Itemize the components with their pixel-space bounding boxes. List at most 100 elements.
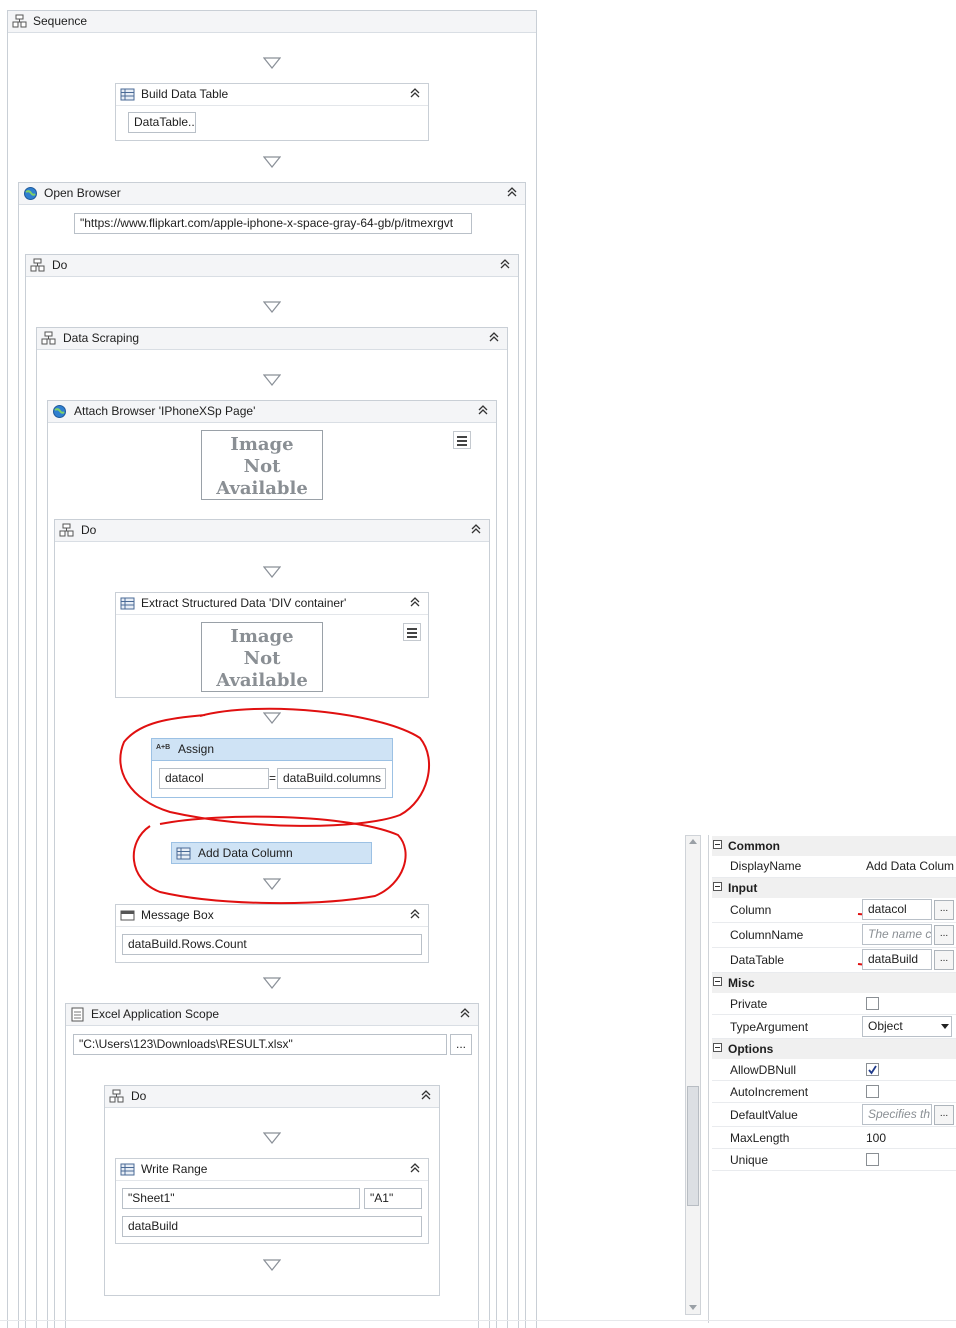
property-value[interactable]: Add Data Colum (866, 859, 954, 873)
property-typeargument[interactable]: TypeArgument Object (712, 1015, 956, 1039)
menu-icon[interactable] (453, 431, 471, 449)
category-input[interactable]: Input (712, 878, 956, 898)
drop-arrow-icon[interactable] (263, 301, 281, 313)
collapse-icon[interactable] (505, 185, 519, 199)
url-field[interactable]: "https://www.flipkart.com/apple-iphone-x… (74, 213, 472, 234)
scroll-down-icon[interactable] (689, 1305, 697, 1310)
ellipsis-button[interactable]: ... (934, 900, 954, 920)
workbook-path-field[interactable]: "C:\Users\123\Downloads\RESULT.xlsx" (73, 1034, 447, 1055)
drop-arrow-icon[interactable] (263, 156, 281, 168)
image-na-line: Image (230, 434, 294, 455)
build-data-table-title: Build Data Table (141, 87, 229, 101)
category-common[interactable]: Common (712, 836, 956, 856)
drop-arrow-icon[interactable] (263, 878, 281, 890)
drop-arrow-icon[interactable] (263, 57, 281, 69)
extract-structured-data-activity[interactable]: Extract Structured Data 'DIV container' … (115, 592, 429, 698)
property-maxlength[interactable]: MaxLength 100 (712, 1127, 956, 1149)
build-data-table-header: Build Data Table (116, 84, 428, 106)
collapse-icon[interactable] (408, 907, 422, 921)
message-icon (120, 910, 135, 921)
table-icon (120, 1162, 135, 1177)
ellipsis-button[interactable]: ... (934, 950, 954, 970)
ellipsis-button[interactable]: ... (934, 1105, 954, 1125)
image-na-line: Not (243, 648, 281, 669)
property-allowdbnull[interactable]: AllowDBNull (712, 1059, 956, 1081)
private-checkbox[interactable] (866, 997, 879, 1010)
globe-icon (23, 186, 38, 201)
write-range-activity[interactable]: Write Range "Sheet1" "A1" dataBuild (115, 1158, 429, 1244)
property-columnname[interactable]: ColumnName The name c ... (712, 923, 956, 948)
property-displayname[interactable]: DisplayName Add Data Colum (712, 856, 956, 878)
collapse-icon[interactable] (408, 595, 422, 609)
property-defaultvalue[interactable]: DefaultValue Specifies th ... (712, 1103, 956, 1127)
start-cell-field[interactable]: "A1" (364, 1188, 422, 1209)
properties-scrollbar[interactable] (685, 835, 701, 1315)
build-data-table-activity[interactable]: Build Data Table DataTable... (115, 83, 429, 141)
max-length-value[interactable]: 100 (866, 1131, 886, 1145)
property-private[interactable]: Private (712, 993, 956, 1015)
drop-arrow-icon[interactable] (263, 977, 281, 989)
ellipsis-button[interactable]: ... (934, 925, 954, 945)
drop-arrow-icon[interactable] (263, 566, 281, 578)
do-title: Do (81, 523, 97, 537)
default-value-field[interactable]: Specifies th (862, 1104, 932, 1125)
add-data-column-activity[interactable]: Add Data Column (171, 842, 372, 864)
drop-arrow-icon[interactable] (263, 374, 281, 386)
category-misc[interactable]: Misc (712, 973, 956, 993)
assign-value-field[interactable]: dataBuild.columns (277, 768, 386, 789)
datatable-field[interactable]: dataBuild (862, 949, 932, 970)
browse-button[interactable]: ... (450, 1034, 472, 1055)
collapse-minus-icon[interactable] (713, 1043, 722, 1052)
type-argument-select[interactable]: Object (862, 1016, 952, 1037)
datatable-button[interactable]: DataTable... (128, 112, 196, 133)
assign-activity[interactable]: A+B Assign datacol = dataBuild.columns (151, 738, 393, 798)
scroll-thumb[interactable] (687, 1086, 699, 1206)
category-label: Common (728, 839, 780, 853)
column-field[interactable]: datacol (862, 899, 932, 920)
collapse-icon[interactable] (476, 403, 490, 417)
extract-title: Extract Structured Data 'DIV container' (141, 596, 347, 610)
property-column[interactable]: Column datacol ... (712, 898, 956, 923)
do-header: Do (26, 255, 518, 277)
image-not-available: Image Not Available (201, 430, 323, 500)
datatable-field[interactable]: dataBuild (122, 1216, 422, 1237)
collapse-icon[interactable] (419, 1088, 433, 1102)
collapse-minus-icon[interactable] (713, 840, 722, 849)
collapse-icon[interactable] (458, 1006, 472, 1020)
category-options[interactable]: Options (712, 1039, 956, 1059)
image-not-available: Image Not Available (201, 622, 323, 692)
collapse-icon[interactable] (469, 522, 483, 536)
property-datatable[interactable]: DataTable dataBuild ... (712, 948, 956, 973)
menu-icon[interactable] (403, 623, 421, 641)
chevron-down-icon[interactable] (941, 1024, 949, 1029)
column-name-field[interactable]: The name c (862, 924, 932, 945)
property-label: Column (730, 903, 772, 917)
collapse-minus-icon[interactable] (713, 977, 722, 986)
assign-to-field[interactable]: datacol (159, 768, 269, 789)
collapse-icon[interactable] (408, 86, 422, 100)
message-text-field[interactable]: dataBuild.Rows.Count (122, 934, 422, 955)
scroll-up-icon[interactable] (689, 839, 697, 844)
property-label: AutoIncrement (730, 1085, 809, 1099)
drop-arrow-icon[interactable] (263, 1259, 281, 1271)
attach-browser-title: Attach Browser 'IPhoneXSp Page' (74, 404, 256, 418)
collapse-icon[interactable] (408, 1161, 422, 1175)
collapse-icon[interactable] (487, 330, 501, 344)
sheet-name-field[interactable]: "Sheet1" (122, 1188, 360, 1209)
sequence-header[interactable]: Sequence (8, 11, 536, 33)
collapse-minus-icon[interactable] (713, 882, 722, 891)
collapse-icon[interactable] (498, 257, 512, 271)
allow-db-null-checkbox[interactable] (866, 1063, 879, 1076)
unique-checkbox[interactable] (866, 1153, 879, 1166)
property-unique[interactable]: Unique (712, 1149, 956, 1171)
properties-bottom-border (0, 1320, 956, 1321)
drop-arrow-icon[interactable] (263, 1132, 281, 1144)
property-label: Unique (730, 1153, 769, 1167)
message-box-activity[interactable]: Message Box dataBuild.Rows.Count (115, 904, 429, 963)
data-scraping-header: Data Scraping (37, 328, 507, 350)
drop-arrow-icon[interactable] (263, 712, 281, 724)
equals-sign: = (269, 771, 277, 785)
property-autoincrement[interactable]: AutoIncrement (712, 1081, 956, 1103)
table-icon (120, 596, 135, 611)
auto-increment-checkbox[interactable] (866, 1085, 879, 1098)
